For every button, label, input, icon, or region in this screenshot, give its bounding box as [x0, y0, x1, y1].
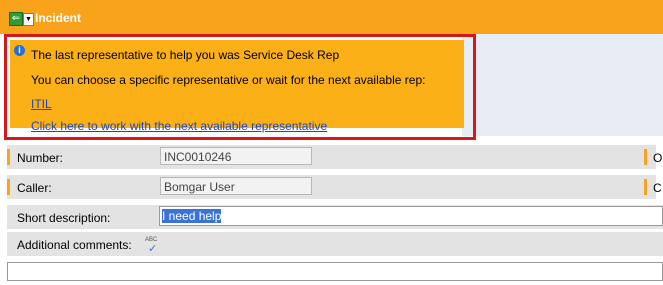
- info-message: i The last representative to help you wa…: [10, 40, 464, 133]
- right-field-label-o: O: [653, 151, 663, 165]
- number-field-row: Number: INC0010246: [7, 145, 656, 169]
- highlighted-notice: i The last representative to help you wa…: [4, 34, 476, 140]
- form-title: Incident: [35, 11, 82, 25]
- mandatory-indicator: [7, 179, 10, 195]
- additional-comments-label: Additional comments:: [17, 238, 132, 252]
- right-field-indicator-c: C: [644, 175, 663, 199]
- right-field-label-c: C: [653, 181, 662, 195]
- number-field[interactable]: INC0010246: [160, 147, 312, 165]
- context-menu-icon[interactable]: ▼: [23, 13, 34, 26]
- spell-check-icon[interactable]: ABC ✓: [145, 237, 163, 255]
- info-icon: i: [14, 45, 25, 56]
- number-label: Number:: [17, 151, 64, 165]
- notice-text-choose-rep: You can choose a specific representative…: [31, 73, 426, 87]
- spell-check-mark: ✓: [148, 243, 158, 255]
- back-arrow-icon[interactable]: ⇐: [9, 12, 23, 26]
- additional-comments-row: Additional comments: ABC ✓: [7, 232, 663, 256]
- caller-field[interactable]: Bomgar User: [160, 177, 312, 195]
- mandatory-indicator: [7, 149, 10, 165]
- right-panel: [462, 34, 663, 136]
- mandatory-indicator: [644, 179, 647, 195]
- short-description-row: Short description: I need help: [7, 205, 663, 229]
- representative-link-itil[interactable]: ITIL: [31, 97, 52, 111]
- caller-label: Caller:: [17, 181, 52, 195]
- caller-field-row: Caller: Bomgar User: [7, 175, 656, 199]
- additional-comments-field[interactable]: [7, 262, 663, 281]
- short-description-label: Short description:: [17, 211, 111, 225]
- next-available-rep-link[interactable]: Click here to work with the next availab…: [31, 119, 327, 133]
- mandatory-indicator: [644, 149, 647, 165]
- short-description-field[interactable]: I need help: [159, 206, 663, 226]
- selected-text: I need help: [162, 209, 222, 223]
- form-header: ⇐ ▼ Incident: [0, 0, 663, 34]
- notice-text-last-rep: The last representative to help you was …: [31, 48, 340, 62]
- right-field-indicator-o: O: [644, 145, 663, 169]
